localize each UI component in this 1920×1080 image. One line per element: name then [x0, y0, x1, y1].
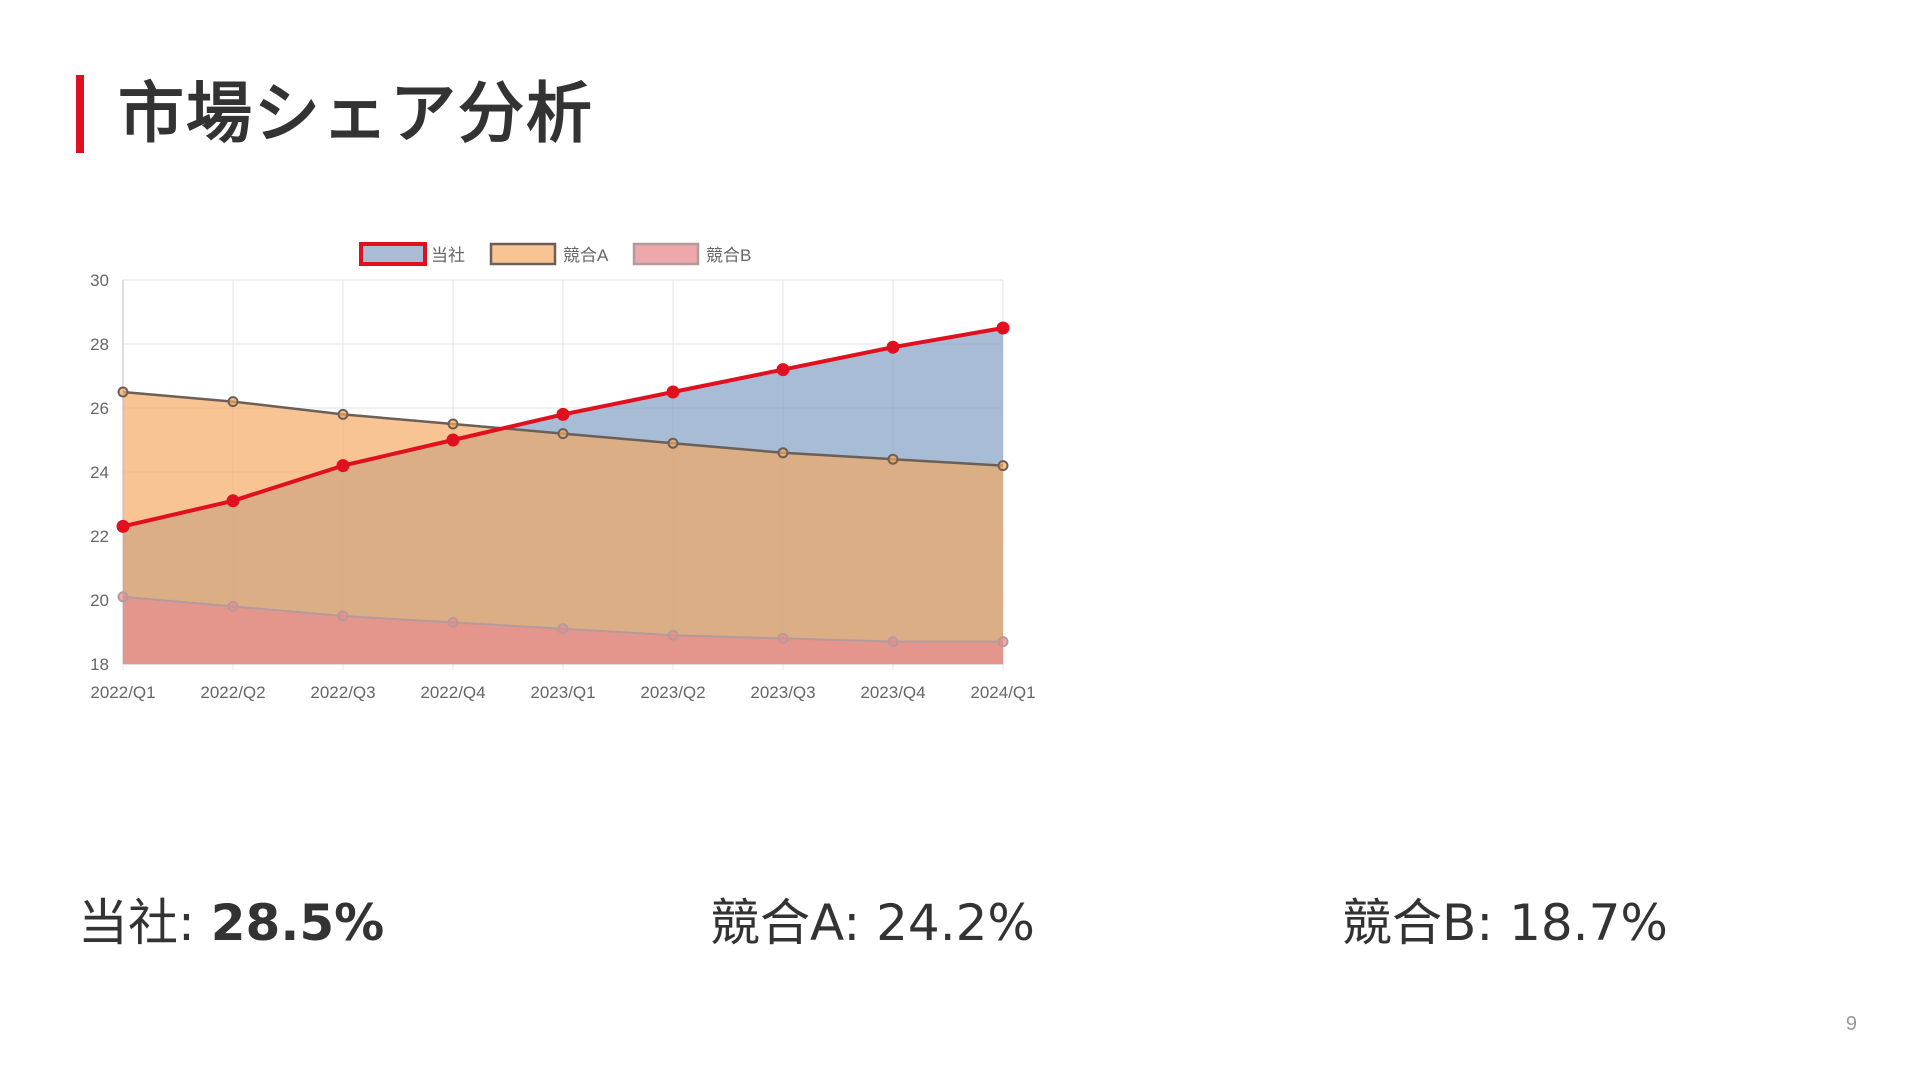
- y-tick-label: 30: [90, 271, 109, 290]
- legend-label: 当社: [431, 246, 465, 265]
- data-point: [887, 636, 899, 648]
- y-tick-label: 20: [90, 591, 109, 610]
- x-tick-label: 2023/Q3: [750, 683, 815, 702]
- stat-value: 18.7%: [1509, 894, 1668, 952]
- legend-swatch: [632, 242, 700, 266]
- data-point: [776, 363, 790, 377]
- data-point: [777, 447, 789, 459]
- data-point: [446, 433, 460, 447]
- data-point: [116, 519, 130, 533]
- data-point: [557, 428, 569, 440]
- y-tick-label: 28: [90, 335, 109, 354]
- data-point: [997, 636, 1009, 648]
- stat-label: 競合A: [710, 894, 844, 952]
- title-accent-bar: [76, 75, 84, 153]
- data-point: [117, 386, 129, 398]
- data-point: [336, 459, 350, 473]
- y-tick-label: 26: [90, 399, 109, 418]
- stats-row: 当社: 28.5% 競合A: 24.2% 競合B: 18.7%: [0, 893, 1920, 963]
- x-tick-label: 2022/Q2: [200, 683, 265, 702]
- x-tick-label: 2022/Q1: [90, 683, 155, 702]
- legend-label: 競合A: [563, 246, 609, 265]
- data-point: [666, 385, 680, 399]
- data-point: [447, 418, 459, 430]
- title-area: 市場シェア分析: [76, 74, 594, 154]
- data-point: [337, 408, 349, 420]
- page-title: 市場シェア分析: [118, 75, 594, 152]
- legend-swatch: [489, 242, 557, 266]
- page-number: 9: [1845, 1013, 1857, 1035]
- stat-competitor-a: 競合A: 24.2%: [710, 893, 1035, 953]
- data-point: [887, 453, 899, 465]
- data-point: [777, 632, 789, 644]
- stat-separator: :: [178, 894, 211, 952]
- chart-svg: 18 20 22 24 26 28 30 2022/Q1 2022/Q2 2022/Q3 2022/…: [90, 242, 1036, 702]
- y-tick-label: 24: [90, 463, 109, 482]
- stat-separator: :: [1476, 894, 1510, 952]
- stat-separator: :: [843, 894, 877, 952]
- data-point: [667, 629, 679, 641]
- stat-ours: 当社: 28.5%: [78, 893, 384, 953]
- stat-label: 当社: [78, 894, 178, 952]
- data-point: [886, 340, 900, 354]
- data-point: [337, 610, 349, 622]
- data-point: [226, 494, 240, 508]
- data-point: [996, 321, 1010, 335]
- data-point: [227, 600, 239, 612]
- stat-value: 28.5%: [210, 894, 385, 952]
- data-point: [997, 460, 1009, 472]
- y-tick-label: 22: [90, 527, 109, 546]
- market-share-chart: 18 20 22 24 26 28 30 2022/Q1 2022/Q2 2022/Q3 2022/…: [70, 232, 1050, 712]
- x-tick-label: 2024/Q1: [970, 683, 1035, 702]
- x-tick-label: 2022/Q4: [420, 683, 485, 702]
- x-tick-label: 2023/Q4: [860, 683, 925, 702]
- x-tick-label: 2023/Q1: [530, 683, 595, 702]
- stat-value: 24.2%: [876, 894, 1035, 952]
- y-tick-label: 18: [90, 655, 109, 674]
- stat-label: 競合B: [1342, 894, 1477, 952]
- x-tick-label: 2022/Q3: [310, 683, 375, 702]
- data-point: [667, 437, 679, 449]
- legend-label: 競合B: [706, 246, 751, 265]
- x-tick-label: 2023/Q2: [640, 683, 705, 702]
- data-point: [557, 623, 569, 635]
- data-point: [447, 616, 459, 628]
- legend-swatch: [359, 242, 427, 266]
- data-point: [117, 591, 129, 603]
- data-point: [227, 396, 239, 408]
- data-point: [556, 407, 570, 421]
- slide: 市場シェア分析 18 20 22 24 26 28 30 2022/Q1 2022/Q2 2022…: [0, 0, 1920, 1080]
- stat-competitor-b: 競合B: 18.7%: [1342, 893, 1668, 953]
